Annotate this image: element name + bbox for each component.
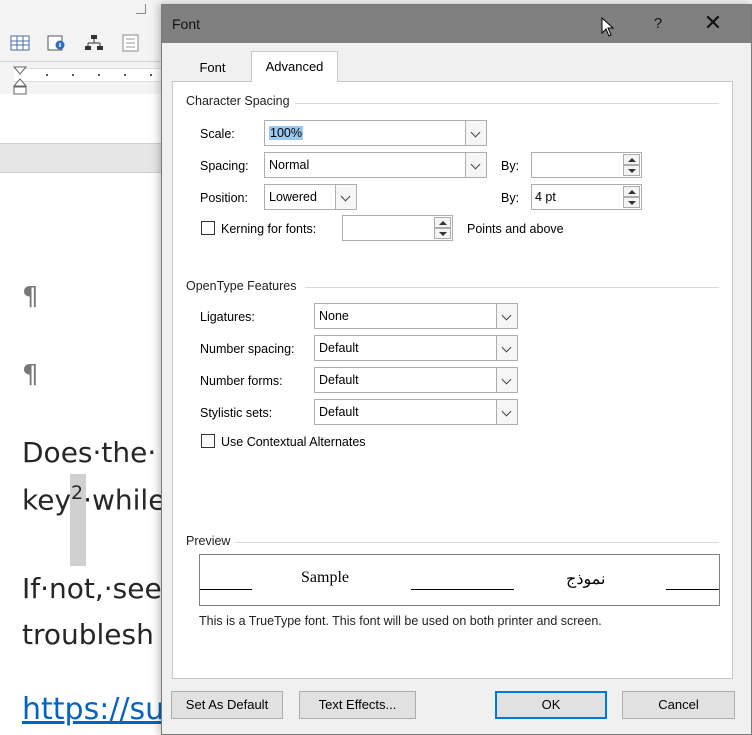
position-value: Lowered bbox=[269, 190, 317, 204]
table-icon[interactable] bbox=[10, 34, 30, 52]
dialog-title: Font bbox=[172, 16, 201, 32]
spin-down-icon[interactable] bbox=[623, 165, 640, 176]
character-spacing-heading: Character Spacing bbox=[186, 94, 290, 108]
advanced-panel: Character Spacing Scale: 100% Spacing: N… bbox=[172, 81, 733, 679]
document-text: troublesh bbox=[22, 618, 154, 651]
ruler-tick bbox=[98, 74, 100, 76]
contextual-alternates-label[interactable]: Use Contextual Alternates bbox=[221, 435, 366, 449]
form-icon[interactable] bbox=[121, 34, 141, 52]
ligatures-combo[interactable]: None bbox=[314, 303, 518, 329]
chevron-down-icon[interactable] bbox=[335, 185, 356, 209]
font-dialog: Font ? ✕ Font Advanced Character Spacing… bbox=[161, 4, 752, 735]
spin-up-icon[interactable] bbox=[434, 217, 451, 228]
set-as-default-button[interactable]: Set As Default bbox=[171, 691, 283, 719]
position-by-spinner[interactable]: 4 pt bbox=[531, 184, 642, 210]
paragraph-mark: ¶ bbox=[22, 360, 39, 390]
spacing-value: Normal bbox=[269, 158, 310, 172]
divider bbox=[295, 103, 719, 104]
scale-value: 100% bbox=[269, 126, 303, 140]
position-combo[interactable]: Lowered bbox=[264, 184, 357, 210]
scale-combo[interactable]: 100% bbox=[264, 120, 487, 146]
spin-down-icon[interactable] bbox=[434, 228, 451, 239]
number-forms-value: Default bbox=[319, 373, 359, 387]
tab-font[interactable]: Font bbox=[174, 55, 251, 81]
preview-baseline bbox=[200, 589, 252, 590]
divider bbox=[235, 542, 719, 543]
document-text: Does·the· bbox=[22, 436, 157, 469]
preview-box: Sample نموذج bbox=[199, 554, 720, 606]
chevron-down-icon[interactable] bbox=[496, 400, 517, 424]
ruler-tick bbox=[124, 74, 126, 76]
preview-heading: Preview bbox=[186, 534, 231, 548]
dialog-launcher-icon[interactable] bbox=[136, 4, 146, 14]
preview-sample-latin: Sample bbox=[301, 569, 349, 586]
stylistic-sets-label: Stylistic sets: bbox=[200, 406, 273, 420]
hyperlink[interactable]: https://su bbox=[22, 692, 164, 727]
preview-sample-arabic: نموذج bbox=[566, 571, 606, 588]
ligatures-value: None bbox=[319, 309, 349, 323]
ruler-strip bbox=[14, 68, 164, 82]
chevron-down-icon[interactable] bbox=[496, 336, 517, 360]
org-chart-icon[interactable] bbox=[84, 34, 104, 52]
spacing-by-spinner[interactable] bbox=[531, 152, 642, 178]
number-forms-combo[interactable]: Default bbox=[314, 367, 518, 393]
kerning-checkbox[interactable] bbox=[201, 221, 215, 235]
mouse-pointer-icon bbox=[601, 17, 615, 37]
spacing-combo[interactable]: Normal bbox=[264, 152, 487, 178]
indent-marker-icon[interactable] bbox=[13, 66, 27, 96]
spin-up-icon[interactable] bbox=[623, 154, 640, 165]
opentype-heading: OpenType Features bbox=[186, 279, 297, 293]
font-type-note: This is a TrueType font. This font will … bbox=[199, 614, 602, 628]
position-label: Position: bbox=[200, 191, 248, 205]
position-by-value: 4 pt bbox=[535, 190, 556, 204]
ruler-tick bbox=[150, 74, 152, 76]
kerning-label[interactable]: Kerning for fonts: bbox=[221, 222, 316, 236]
spacing-by-label: By: bbox=[501, 159, 520, 173]
stylistic-sets-combo[interactable]: Default bbox=[314, 399, 518, 425]
ruler-tick bbox=[46, 74, 48, 76]
superscript-text: 2 bbox=[71, 482, 84, 504]
dialog-titlebar[interactable]: Font ? ✕ bbox=[162, 5, 751, 43]
document-text: key bbox=[22, 483, 72, 517]
ok-button[interactable]: OK bbox=[495, 691, 607, 719]
paragraph-mark: ¶ bbox=[22, 282, 39, 312]
preview-baseline bbox=[411, 589, 514, 590]
kerning-spinner[interactable] bbox=[342, 215, 453, 241]
help-button[interactable]: ? bbox=[646, 11, 670, 37]
number-spacing-combo[interactable]: Default bbox=[314, 335, 518, 361]
preview-baseline bbox=[666, 589, 719, 590]
ruler-tick bbox=[72, 74, 74, 76]
spacing-label: Spacing: bbox=[200, 159, 249, 173]
chevron-down-icon[interactable] bbox=[465, 121, 486, 145]
number-forms-label: Number forms: bbox=[200, 374, 283, 388]
document-text: If·not,·see bbox=[22, 572, 162, 605]
info-document-icon[interactable] bbox=[46, 34, 66, 52]
stylistic-sets-value: Default bbox=[319, 405, 359, 419]
chevron-down-icon[interactable] bbox=[496, 368, 517, 392]
contextual-alternates-checkbox[interactable] bbox=[201, 434, 215, 448]
number-spacing-label: Number spacing: bbox=[200, 342, 295, 356]
document-text: ·while bbox=[83, 483, 166, 517]
document-text: key2·while bbox=[22, 482, 165, 516]
divider bbox=[305, 287, 719, 288]
number-spacing-value: Default bbox=[319, 341, 359, 355]
cancel-button[interactable]: Cancel bbox=[622, 691, 735, 719]
close-button[interactable]: ✕ bbox=[698, 10, 728, 38]
chevron-down-icon[interactable] bbox=[496, 304, 517, 328]
spin-down-icon[interactable] bbox=[623, 197, 640, 208]
kerning-suffix: Points and above bbox=[467, 222, 564, 236]
chevron-down-icon[interactable] bbox=[465, 153, 486, 177]
tab-advanced[interactable]: Advanced bbox=[251, 51, 338, 82]
scale-label: Scale: bbox=[200, 127, 235, 141]
text-effects-button[interactable]: Text Effects... bbox=[299, 691, 416, 719]
spin-up-icon[interactable] bbox=[623, 186, 640, 197]
position-by-label: By: bbox=[501, 191, 520, 205]
ligatures-label: Ligatures: bbox=[200, 310, 255, 324]
